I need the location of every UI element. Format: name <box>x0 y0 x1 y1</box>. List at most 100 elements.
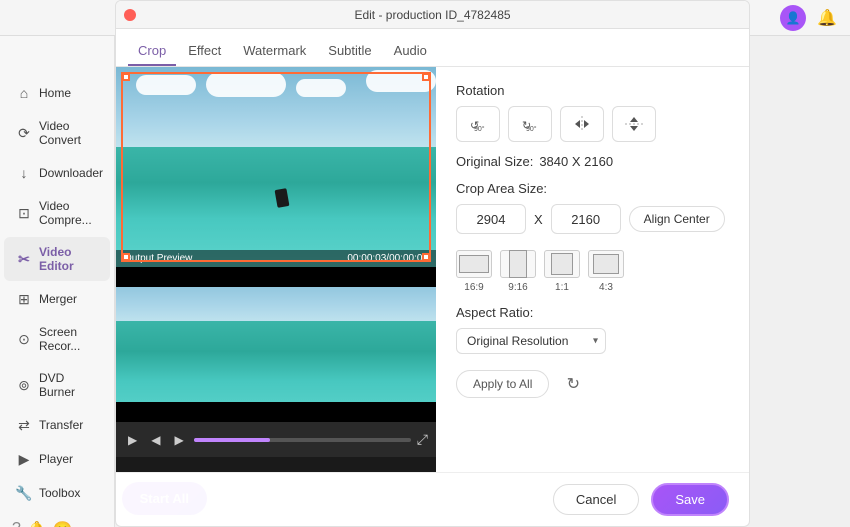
user-icon-button[interactable]: 👤 <box>780 5 806 31</box>
video-compress-icon: ⊡ <box>16 205 32 221</box>
aspect-ratio-dropdown-wrap: Original Resolution ▾ <box>456 328 606 354</box>
rotation-section: Rotation ↺ 90° ↻ 90 <box>456 83 729 142</box>
video-bottom-preview: ▶ ◀ ▶ ⤢ <box>116 267 436 457</box>
rotation-buttons: ↺ 90° ↻ 90° <box>456 106 729 142</box>
tab-watermark[interactable]: Watermark <box>233 37 316 66</box>
notification-icon[interactable]: 🔔 <box>27 520 47 527</box>
merger-icon: ⊞ <box>16 291 32 307</box>
sidebar-item-downloader[interactable]: ↓ Downloader <box>4 157 110 189</box>
play-button[interactable]: ▶ <box>124 431 141 449</box>
aspect-ratio-dropdown[interactable]: Original Resolution <box>456 328 606 354</box>
aspect-4-3-icon <box>588 250 624 278</box>
downloader-icon: ↓ <box>16 165 32 181</box>
video-bottom-inner <box>116 267 436 422</box>
output-preview-label: Output Preview <box>124 253 192 264</box>
save-button[interactable]: Save <box>651 483 729 516</box>
apply-all-button[interactable]: Apply to All <box>456 370 549 398</box>
sidebar-item-screen-record[interactable]: ⊙ Screen Recor... <box>4 317 110 361</box>
transfer-icon: ⇄ <box>16 417 32 433</box>
sidebar-item-video-editor[interactable]: ✂ Video Editor <box>4 237 110 281</box>
aspect-9-16-icon <box>500 250 536 278</box>
sidebar-item-label: Player <box>39 452 73 466</box>
original-size-value: 3840 X 2160 <box>539 154 613 169</box>
sidebar-item-player[interactable]: ▶ Player <box>4 443 110 475</box>
tab-subtitle[interactable]: Subtitle <box>318 37 381 66</box>
sidebar-item-label: Video Compre... <box>39 199 98 227</box>
sidebar-bottom: ? 🔔 😊 <box>0 510 114 527</box>
sidebar-item-home[interactable]: ⌂ Home <box>4 77 110 109</box>
rotation-label: Rotation <box>456 83 729 98</box>
playback-controls: ▶ ◀ ▶ ⤢ <box>116 422 436 457</box>
tab-crop[interactable]: Crop <box>128 37 176 66</box>
aspect-16-9-label: 16:9 <box>464 282 483 293</box>
aspect-ratio-dropdown-section: Aspect Ratio: Original Resolution ▾ <box>456 305 729 354</box>
video-editor-icon: ✂ <box>16 251 32 267</box>
video-top-preview: Output Preview 00:00:03/00:00:03 <box>116 67 436 267</box>
cloud-3 <box>296 79 346 97</box>
original-size-label: Original Size: <box>456 154 533 169</box>
home-icon: ⌂ <box>16 85 32 101</box>
sidebar-item-label: Video Convert <box>39 119 98 147</box>
app-window: Edit - production ID_4782485 👤 🔔 ⌂ Home … <box>0 0 850 527</box>
sidebar-item-transfer[interactable]: ⇄ Transfer <box>4 409 110 441</box>
black-bar-bottom <box>116 402 436 422</box>
tab-audio[interactable]: Audio <box>384 37 437 66</box>
sky-area <box>116 67 436 157</box>
refresh-button[interactable]: ↻ <box>559 370 587 398</box>
rotate-cw-button[interactable]: ↻ 90° <box>508 106 552 142</box>
sidebar-item-toolbox[interactable]: 🔧 Toolbox <box>4 477 110 509</box>
aspect-1-1-button[interactable]: 1:1 <box>544 250 580 293</box>
cancel-button[interactable]: Cancel <box>553 484 639 515</box>
content-area: ⌂ Home ⟳ Video Convert ↓ Downloader ⊡ Vi… <box>0 36 850 527</box>
toolbox-icon: 🔧 <box>16 485 32 501</box>
crop-height-input[interactable] <box>551 204 621 234</box>
progress-bar[interactable] <box>194 438 411 442</box>
ocean-scene-top <box>116 67 436 267</box>
sidebar-item-dvd-burner[interactable]: ⊚ DVD Burner <box>4 363 110 407</box>
tabs-bar: Crop Effect Watermark Subtitle Audio <box>116 36 749 67</box>
flip-horizontal-button[interactable] <box>560 106 604 142</box>
sidebar-item-label: Home <box>39 86 71 100</box>
sidebar-item-merger[interactable]: ⊞ Merger <box>4 283 110 315</box>
crop-settings-panel: Rotation ↺ 90° ↻ 90 <box>436 67 749 472</box>
cloud-2 <box>206 72 286 97</box>
aspect-16-9-inner <box>459 255 489 273</box>
sidebar-item-label: Toolbox <box>39 486 80 500</box>
sidebar-item-video-compress[interactable]: ⊡ Video Compre... <box>4 191 110 235</box>
crop-width-input[interactable] <box>456 204 526 234</box>
crop-area-label: Crop Area Size: <box>456 181 729 196</box>
smiley-icon[interactable]: 😊 <box>53 520 73 527</box>
rotate-ccw-button[interactable]: ↺ 90° <box>456 106 500 142</box>
help-icon[interactable]: ? <box>12 520 21 527</box>
flip-vertical-button[interactable] <box>612 106 656 142</box>
edit-dialog: Edit - production ID_4782485 Crop Effect… <box>115 36 750 527</box>
crop-area-section: Crop Area Size: X Align Center <box>456 181 729 234</box>
dialog-body: Output Preview 00:00:03/00:00:03 <box>116 67 749 472</box>
aspect-4-3-inner <box>593 254 619 274</box>
aspect-4-3-button[interactable]: 4:3 <box>588 250 624 293</box>
dialog-bottom-actions: Cancel Save <box>116 472 749 526</box>
svg-text:90°: 90° <box>526 125 537 133</box>
sidebar-item-label: DVD Burner <box>39 371 98 399</box>
aspect-9-16-button[interactable]: 9:16 <box>500 250 536 293</box>
next-button[interactable]: ▶ <box>170 431 187 449</box>
original-size-row: Original Size: 3840 X 2160 <box>456 154 729 169</box>
black-bar-top <box>116 267 436 287</box>
bell-icon-button[interactable]: 🔔 <box>814 5 840 31</box>
tab-effect[interactable]: Effect <box>178 37 231 66</box>
aspect-ratio-label: Aspect Ratio: <box>456 305 729 320</box>
aspect-16-9-button[interactable]: 16:9 <box>456 250 492 293</box>
top-user-icons: 👤 🔔 <box>780 5 840 31</box>
aspect-1-1-label: 1:1 <box>555 282 569 293</box>
expand-button[interactable]: ⤢ <box>417 431 428 448</box>
sidebar-item-video-convert[interactable]: ⟳ Video Convert <box>4 111 110 155</box>
aspect-1-1-icon <box>544 250 580 278</box>
wave-area <box>116 147 436 267</box>
cloud-4 <box>366 70 436 92</box>
align-center-button[interactable]: Align Center <box>629 206 725 232</box>
prev-button[interactable]: ◀ <box>147 431 164 449</box>
svg-text:90°: 90° <box>474 125 485 133</box>
sidebar-item-label: Screen Recor... <box>39 325 98 353</box>
screen-record-icon: ⊙ <box>16 331 32 347</box>
video-panel: Output Preview 00:00:03/00:00:03 <box>116 67 436 472</box>
